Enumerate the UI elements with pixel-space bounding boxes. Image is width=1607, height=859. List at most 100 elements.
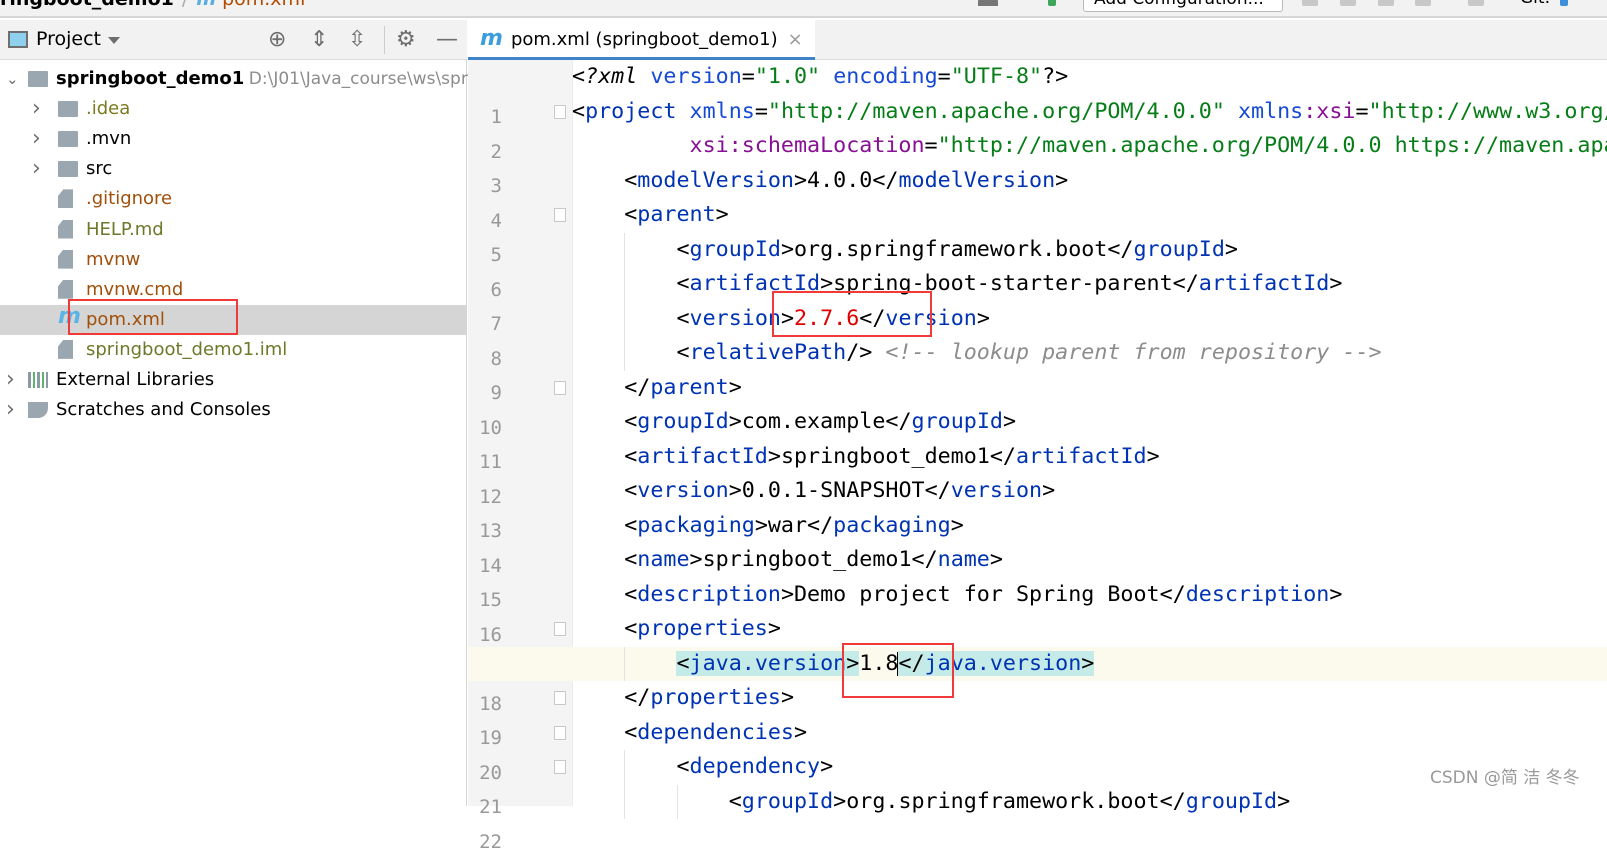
code-token: </ <box>912 547 938 572</box>
code-token <box>572 133 690 158</box>
code-line[interactable]: <version>0.0.1-SNAPSHOT</version> <box>572 474 1055 509</box>
code-token: > <box>729 478 742 503</box>
code-token: encoding <box>833 64 937 89</box>
code-line[interactable]: <groupId>com.example</groupId> <box>572 405 1016 440</box>
code-line[interactable]: <name>springboot_demo1</name> <box>572 543 1003 578</box>
tree-item-label: mvnw <box>86 245 140 275</box>
tree-item[interactable]: › .idea <box>0 94 467 124</box>
code-token: > <box>781 582 794 607</box>
fold-marker-icon[interactable] <box>554 760 566 774</box>
line-number: 13 <box>468 514 502 549</box>
profile-icon[interactable] <box>1415 0 1431 6</box>
code-token: < <box>572 99 585 124</box>
navigation-breadcrumb[interactable]: ringboot_demo1/mpom.xml <box>0 0 305 10</box>
tree-item[interactable]: ›src <box>0 154 467 184</box>
tree-item[interactable]: ›External Libraries <box>0 365 467 395</box>
project-view-selector[interactable]: Project <box>36 28 101 50</box>
chevron-right-icon[interactable]: › <box>32 154 41 184</box>
line-number: 12 <box>468 480 502 515</box>
code-line[interactable]: </properties> <box>572 681 794 716</box>
code-line[interactable]: xsi:schemaLocation="http://maven.apache.… <box>572 129 1607 164</box>
fold-marker-icon[interactable] <box>554 622 566 636</box>
code-line[interactable]: <groupId>org.springframework.boot</group… <box>572 233 1238 268</box>
code-line[interactable]: <artifactId>spring-boot-starter-parent</… <box>572 267 1342 302</box>
code-line[interactable]: <dependencies> <box>572 716 807 751</box>
locate-icon[interactable]: ⊕ <box>268 26 286 54</box>
chevron-down-icon[interactable] <box>108 37 120 50</box>
code-token: description <box>637 582 781 607</box>
code-line[interactable]: <artifactId>springboot_demo1</artifactId… <box>572 440 1160 475</box>
code-token: version <box>637 478 728 503</box>
minimize-icon[interactable]: — <box>436 26 458 54</box>
code-token: </ <box>1173 271 1199 296</box>
code-token: </ <box>872 168 898 193</box>
line-number: 19 <box>468 721 502 756</box>
code-token: < <box>676 754 689 779</box>
code-token: > <box>1329 271 1342 296</box>
coverage-icon[interactable] <box>1378 0 1394 6</box>
code-line[interactable]: <description>Demo project for Spring Boo… <box>572 578 1342 613</box>
debug-icon[interactable] <box>1340 0 1356 6</box>
code-token <box>572 582 624 607</box>
breadcrumb-file[interactable]: pom.xml <box>222 0 305 10</box>
fold-marker-icon[interactable] <box>554 208 566 222</box>
chevron-right-icon[interactable]: › <box>6 395 15 425</box>
user-icon[interactable] <box>978 0 998 6</box>
line-number: 20 <box>468 756 502 791</box>
folder-icon <box>58 101 78 117</box>
collapse-all-icon[interactable]: ⇳ <box>348 26 366 54</box>
code-line[interactable]: <?xml version="1.0" encoding="UTF-8"?> <box>572 60 1068 95</box>
code-token: packaging <box>833 513 951 538</box>
fold-marker-icon[interactable] <box>554 691 566 705</box>
module-folder-icon <box>28 71 48 87</box>
code-line[interactable]: <modelVersion>4.0.0</modelVersion> <box>572 164 1068 199</box>
tree-item-label: .idea <box>86 94 130 124</box>
add-configuration-button[interactable]: Add Configuration... <box>1083 0 1283 12</box>
chevron-right-icon[interactable]: › <box>32 124 41 154</box>
build-hammer-icon[interactable] <box>1048 0 1056 6</box>
chevron-down-icon[interactable]: ⌄ <box>6 64 19 94</box>
vcs-update-icon[interactable] <box>1560 0 1568 6</box>
code-token: > <box>768 616 781 641</box>
code-line[interactable]: <relativePath/> <!-- lookup parent from … <box>572 336 1382 371</box>
code-token: </ <box>624 375 650 400</box>
tree-item[interactable]: HELP.md <box>0 215 467 245</box>
fold-marker-icon[interactable] <box>554 105 566 119</box>
chevron-right-icon[interactable]: › <box>6 365 15 395</box>
code-line[interactable]: </parent> <box>572 371 742 406</box>
tree-item[interactable]: springboot_demo1.iml <box>0 335 467 365</box>
tree-item[interactable]: .gitignore <box>0 184 467 214</box>
gear-icon[interactable]: ⚙ <box>396 26 416 54</box>
code-token: </ <box>624 685 650 710</box>
code-line[interactable]: <project xmlns="http://maven.apache.org/… <box>572 95 1607 130</box>
run-icon[interactable] <box>1302 0 1318 6</box>
code-token: > <box>794 168 807 193</box>
expand-all-icon[interactable]: ⇕ <box>310 26 328 54</box>
tab-pom-xml[interactable]: mpom.xml (springboot_demo1)× <box>468 20 815 60</box>
tree-item[interactable]: ›Scratches and Consoles <box>0 395 467 425</box>
code-line[interactable]: <java.version>1.8</java.version> <box>572 647 1094 682</box>
code-line[interactable]: <properties> <box>572 612 781 647</box>
code-token <box>572 547 624 572</box>
fold-marker-icon[interactable] <box>554 726 566 740</box>
code-line[interactable]: <packaging>war</packaging> <box>572 509 964 544</box>
breadcrumb-project[interactable]: ringboot_demo1 <box>0 0 174 10</box>
tree-item[interactable]: ⌄springboot_demo1D:\J01\Java_course\ws\s… <box>0 64 467 94</box>
close-tab-icon[interactable]: × <box>788 29 803 50</box>
code-line[interactable]: <groupId>org.springframework.boot</group… <box>572 785 1290 820</box>
code-line[interactable]: <dependency> <box>572 750 833 785</box>
git-label[interactable]: Git: <box>1520 0 1550 8</box>
stop-icon[interactable] <box>1468 0 1484 6</box>
code-token: > <box>768 444 781 469</box>
chevron-right-icon[interactable]: › <box>32 94 41 124</box>
tree-item[interactable]: ›.mvn <box>0 124 467 154</box>
code-token: </ <box>885 409 911 434</box>
line-number: 7 <box>468 307 502 342</box>
code-token: parent <box>637 202 715 227</box>
code-token: > <box>1225 237 1238 262</box>
tree-item[interactable]: mvnw <box>0 245 467 275</box>
code-line[interactable]: <parent> <box>572 198 729 233</box>
fold-marker-icon[interactable] <box>554 381 566 395</box>
code-token: > <box>729 409 742 434</box>
code-token <box>572 513 624 538</box>
